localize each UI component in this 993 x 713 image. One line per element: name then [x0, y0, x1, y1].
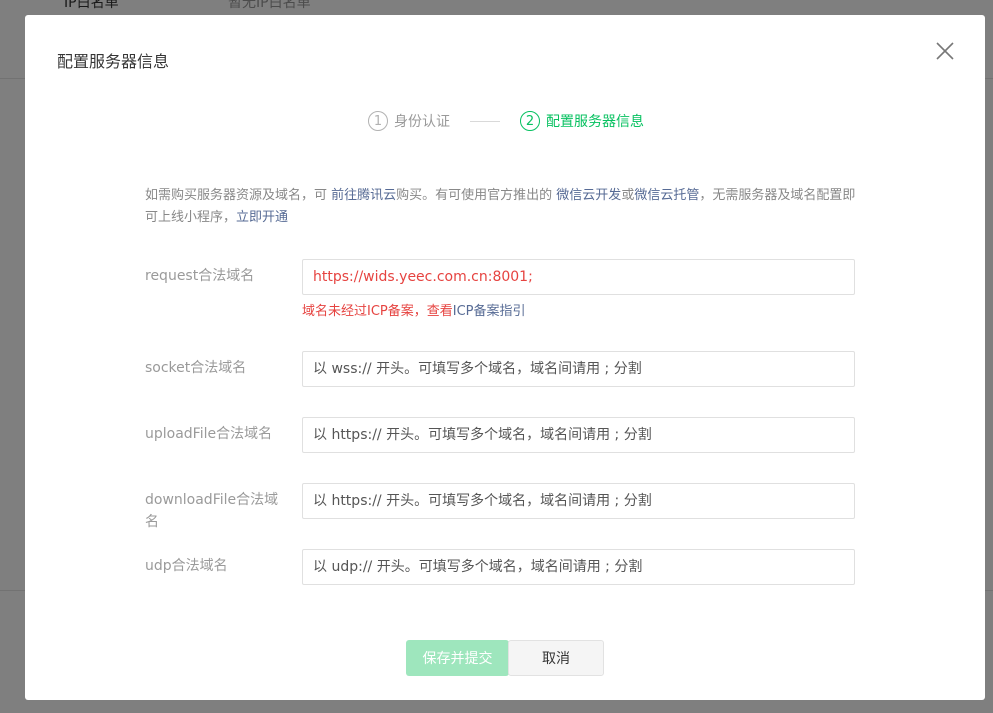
uploadfile-domain-label: uploadFile合法域名 — [145, 426, 273, 442]
tencent-cloud-link[interactable]: 前往腾讯云 — [331, 188, 396, 203]
uploadfile-domain-input[interactable] — [313, 418, 844, 452]
step-connector — [470, 120, 500, 122]
request-domain-field[interactable] — [302, 259, 855, 295]
socket-domain-label: socket合法域名 — [145, 360, 247, 376]
step-server-config: 2 配置服务器信息 — [520, 111, 644, 131]
error-text: 域名未经过ICP备案，查看 — [302, 304, 453, 319]
dialog-title: 配置服务器信息 — [57, 52, 170, 71]
downloadfile-domain-label: downloadFile合法域名 — [145, 492, 279, 530]
socket-domain-field[interactable] — [302, 351, 855, 387]
downloadfile-domain-input[interactable] — [313, 484, 844, 518]
socket-domain-input[interactable] — [313, 352, 844, 386]
step-label: 身份认证 — [394, 114, 450, 130]
request-domain-input[interactable] — [313, 260, 844, 294]
step-number: 2 — [520, 111, 540, 131]
cancel-button[interactable]: 取消 — [508, 640, 604, 676]
step-identity: 1 身份认证 — [368, 111, 450, 131]
request-domain-label: request合法域名 — [145, 268, 255, 284]
cloud-dev-link[interactable]: 微信云开发 — [556, 188, 621, 203]
steps-indicator: 1 身份认证 2 配置服务器信息 — [368, 109, 644, 133]
uploadfile-domain-field[interactable] — [302, 417, 855, 453]
close-icon[interactable] — [935, 41, 955, 61]
activate-now-link[interactable]: 立即开通 — [236, 210, 288, 225]
desc-text: 如需购买服务器资源及域名，可 — [145, 188, 332, 203]
udp-domain-label: udp合法域名 — [145, 558, 228, 574]
downloadfile-domain-field[interactable] — [302, 483, 855, 519]
udp-domain-field[interactable] — [302, 549, 855, 585]
step-number: 1 — [368, 111, 388, 131]
desc-text: 购买。有可使用官方推出的 — [396, 188, 557, 203]
cloud-hosting-link[interactable]: 微信云托管 — [634, 188, 699, 203]
configure-server-dialog: 配置服务器信息 1 身份认证 2 配置服务器信息 如需购买服务器资源及域名，可 … — [25, 15, 985, 700]
step-label: 配置服务器信息 — [546, 114, 644, 130]
description-text: 如需购买服务器资源及域名，可 前往腾讯云购买。有可使用官方推出的 微信云开发或微… — [145, 185, 865, 229]
icp-guide-link[interactable]: ICP备案指引 — [453, 304, 526, 319]
request-domain-error: 域名未经过ICP备案，查看ICP备案指引 — [302, 300, 526, 319]
desc-text: 或 — [621, 188, 635, 203]
save-submit-button[interactable]: 保存并提交 — [406, 640, 509, 676]
udp-domain-input[interactable] — [313, 550, 844, 584]
